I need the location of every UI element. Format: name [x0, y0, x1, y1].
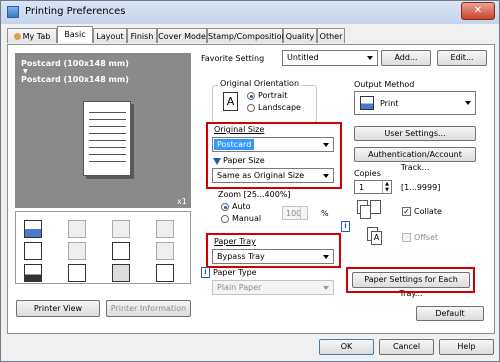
- font-a-icon[interactable]: [112, 242, 130, 260]
- printer-information-button[interactable]: Printer Information: [106, 300, 191, 317]
- paper-type-value: Plain Paper: [217, 283, 262, 292]
- title-bar[interactable]: Printing Preferences ✕: [1, 1, 499, 24]
- combination-icon[interactable]: [112, 220, 130, 238]
- original-size-highlight: [206, 122, 342, 189]
- booklet-icon[interactable]: [156, 242, 174, 260]
- info-icon: i: [341, 221, 350, 232]
- output-method-value: Print: [380, 99, 399, 108]
- preview-arrow: ▼: [23, 68, 28, 75]
- cancel-button[interactable]: Cancel: [379, 339, 434, 355]
- output-method-combo[interactable]: Print: [354, 91, 476, 115]
- add-button[interactable]: Add...: [381, 50, 431, 66]
- favorite-setting-value: Untitled: [287, 53, 319, 62]
- portrait-radio[interactable]: [247, 92, 255, 100]
- orientation-label: Original Orientation: [218, 79, 302, 88]
- portrait-label: Portrait: [258, 91, 288, 100]
- printer-view-button[interactable]: Printer View: [16, 300, 100, 317]
- function-icon-grid: [15, 211, 191, 284]
- close-button[interactable]: ✕: [461, 2, 495, 20]
- preview-text-lines: [89, 109, 126, 164]
- tab-cover-mode[interactable]: Cover Mode: [157, 28, 207, 43]
- edit-button[interactable]: Edit...: [437, 50, 487, 66]
- secure-print-icon[interactable]: [156, 264, 174, 282]
- fold-icon[interactable]: [68, 242, 86, 260]
- tab-label: Quality: [285, 32, 315, 41]
- zoom-auto-radio[interactable]: [221, 203, 229, 211]
- chevron-down-icon: [367, 56, 373, 60]
- tab-label: Other: [319, 32, 343, 41]
- tab-label: Cover Mode: [158, 32, 206, 41]
- tab-basic[interactable]: Basic: [57, 26, 93, 43]
- tab-my-tab[interactable]: My Tab: [7, 28, 57, 43]
- offset-pages-icon: A: [367, 227, 383, 245]
- offset-label: Offset: [414, 233, 439, 242]
- zoom-manual-radio[interactable]: [221, 215, 229, 223]
- preview-pane: Postcard (100x148 mm) ▼ Postcard (100x14…: [15, 53, 191, 208]
- paper-settings-highlight: [346, 267, 475, 293]
- zoom-spinner-arrows-icon[interactable]: [300, 207, 308, 219]
- tab-quality[interactable]: Quality: [283, 28, 317, 43]
- copies-range: [1...9999]: [401, 183, 441, 192]
- zoom-label: Zoom [25...400%]: [218, 190, 291, 199]
- paper-icon[interactable]: [24, 264, 42, 282]
- preview-copies-badge: x1: [177, 197, 187, 206]
- output-method-label: Output Method: [354, 80, 415, 89]
- copies-value: 1: [359, 183, 365, 192]
- duplex-icon[interactable]: [68, 220, 86, 238]
- user-auth-icon[interactable]: [68, 264, 86, 282]
- zoom-value: 100: [286, 209, 302, 218]
- collate-checkbox[interactable]: ✓: [402, 207, 411, 216]
- output-icon[interactable]: [24, 220, 42, 238]
- authentication-account-track-button[interactable]: Authentication/Account Track...: [354, 147, 476, 172]
- tab-stamp-composition[interactable]: Stamp/Composition: [207, 28, 287, 43]
- tab-label: My Tab: [22, 32, 51, 41]
- tab-other[interactable]: Other: [317, 28, 345, 43]
- punch-icon[interactable]: [112, 264, 130, 282]
- tray-icon[interactable]: [24, 242, 42, 260]
- collate-label: Collate: [414, 207, 442, 216]
- tab-label: Layout: [96, 32, 124, 41]
- zoom-auto-label: Auto: [232, 202, 251, 211]
- zoom-manual-label: Manual: [232, 214, 262, 223]
- ok-button[interactable]: OK: [319, 339, 374, 355]
- person-icon: [13, 33, 21, 40]
- paper-type-combo[interactable]: Plain Paper: [212, 280, 334, 295]
- offset-checkbox[interactable]: [402, 233, 411, 242]
- print-icon: [360, 96, 374, 110]
- printing-preferences-window: Printing Preferences ✕ My Tab Basic Layo…: [0, 0, 500, 362]
- portrait-page-icon: A: [223, 92, 238, 111]
- printer-app-icon: [7, 6, 19, 18]
- user-settings-button[interactable]: User Settings...: [354, 126, 476, 141]
- window-title: Printing Preferences: [25, 6, 126, 17]
- copies-spinner-arrows-icon[interactable]: ▲ ▼: [382, 181, 391, 193]
- tab-label: Finish: [130, 32, 154, 41]
- tab-label: Basic: [64, 30, 86, 39]
- tab-layout[interactable]: Layout: [93, 28, 127, 43]
- landscape-radio[interactable]: [247, 104, 255, 112]
- paper-tray-highlight: [206, 233, 341, 268]
- copies-label: Copies: [354, 169, 381, 178]
- zoom-unit: %: [321, 209, 329, 218]
- collate-pages-icon: [357, 200, 383, 220]
- staple-icon[interactable]: [156, 220, 174, 238]
- preview-original-size: Postcard (100x148 mm): [21, 59, 129, 68]
- landscape-label: Landscape: [258, 103, 301, 112]
- default-button[interactable]: Default: [416, 306, 484, 321]
- info-icon: i: [201, 267, 210, 278]
- preview-page: [83, 101, 131, 176]
- chevron-down-icon: [465, 101, 471, 105]
- help-button[interactable]: Help: [439, 339, 494, 355]
- favorite-setting-label: Favorite Setting: [201, 54, 265, 63]
- tab-finish[interactable]: Finish: [127, 28, 157, 43]
- tab-label: Stamp/Composition: [208, 32, 287, 41]
- preview-paper-size: Postcard (100x148 mm): [21, 75, 129, 84]
- paper-type-label: Paper Type: [213, 268, 257, 277]
- favorite-setting-combo[interactable]: Untitled: [282, 50, 378, 66]
- chevron-down-icon: [323, 285, 329, 290]
- copies-spinner[interactable]: 1 ▲ ▼: [354, 180, 392, 194]
